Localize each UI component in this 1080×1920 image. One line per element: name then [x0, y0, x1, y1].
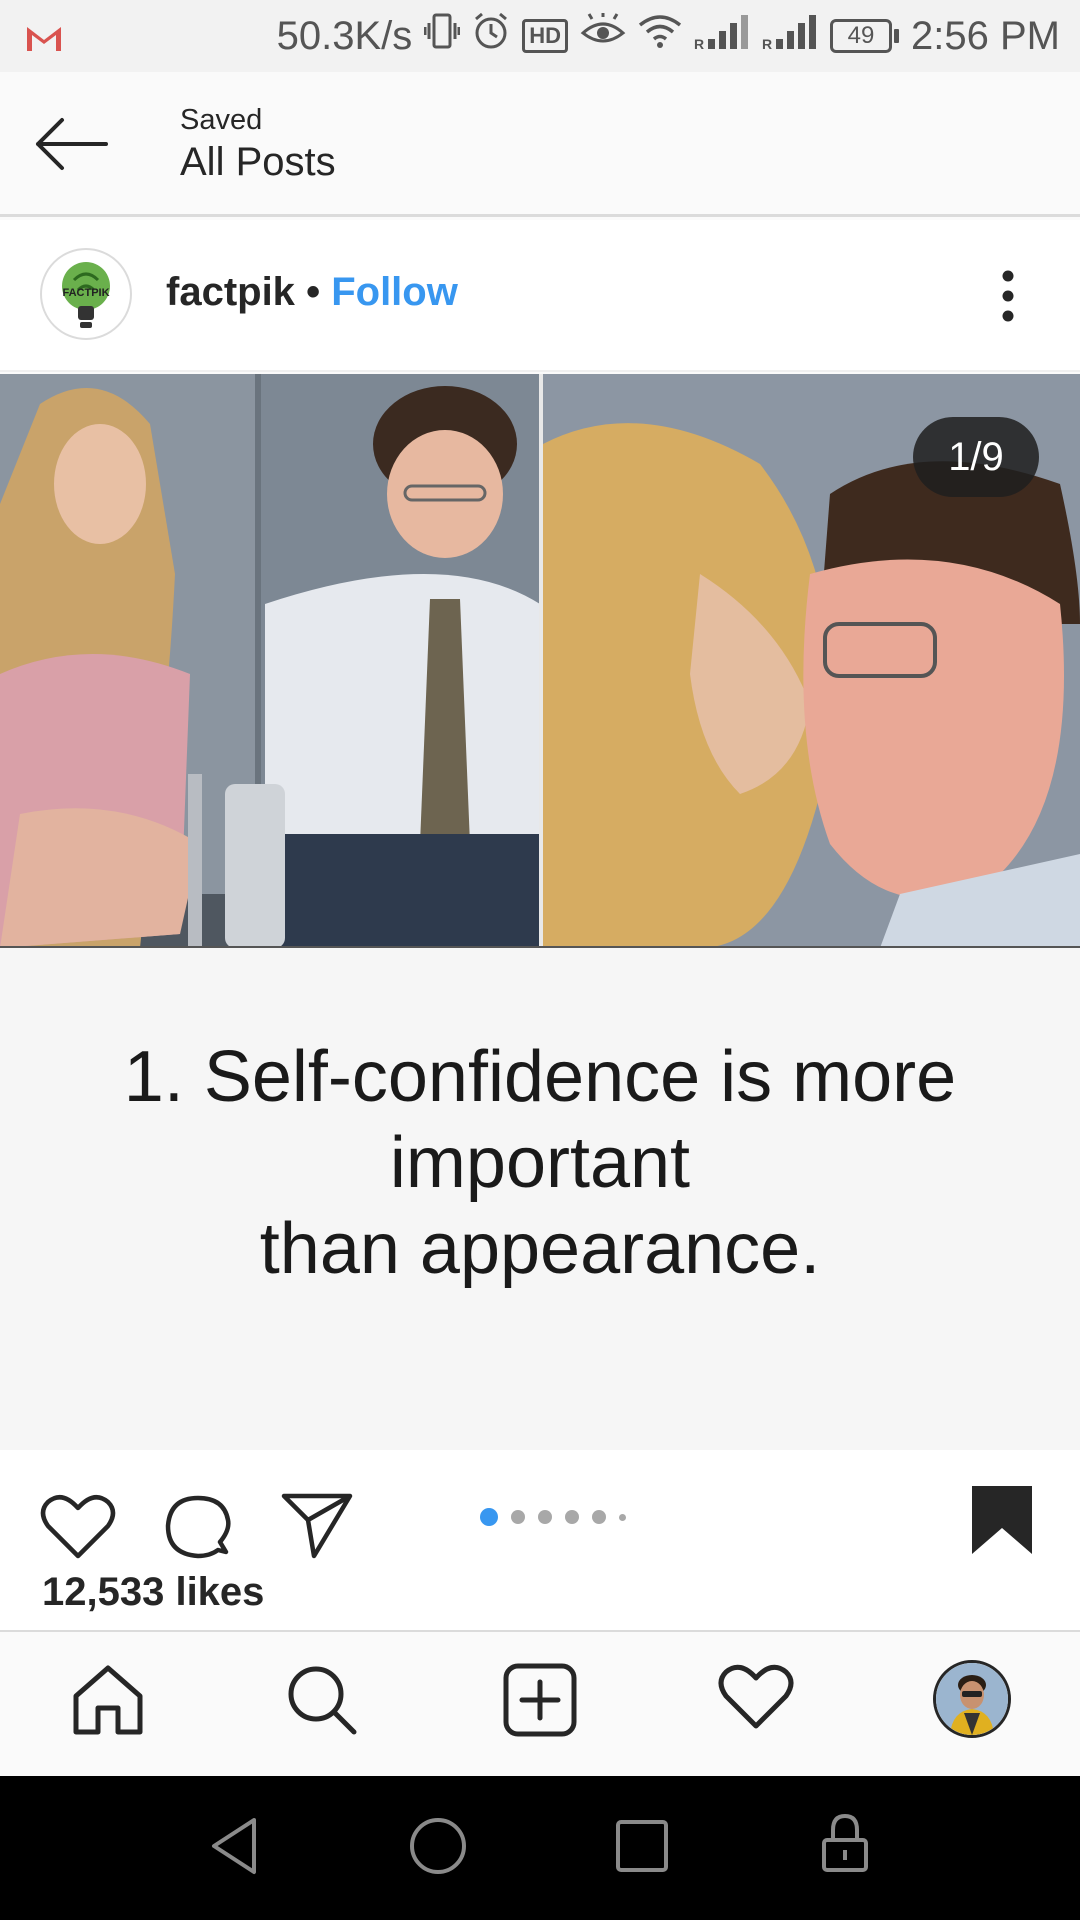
carousel-dot — [592, 1510, 606, 1524]
username[interactable]: factpik — [166, 270, 295, 314]
wifi-icon — [638, 13, 682, 59]
carousel-dot — [619, 1513, 626, 1521]
follow-button[interactable]: Follow — [331, 270, 458, 314]
header-subtitle: Saved — [180, 104, 263, 136]
carousel-counter: 1/9 — [913, 417, 1039, 497]
home-icon[interactable] — [70, 1662, 146, 1743]
vibrate-icon — [423, 11, 461, 61]
svg-text:R: R — [762, 36, 772, 51]
profile-tab-avatar[interactable] — [933, 1660, 1011, 1738]
system-recents-icon[interactable] — [614, 1816, 670, 1881]
profile-avatar[interactable]: FACTPIK — [40, 248, 132, 340]
caption-line: than appearance. — [259, 1209, 821, 1289]
alarm-icon — [472, 11, 510, 61]
system-home-icon[interactable] — [408, 1816, 468, 1881]
separator-dot: • — [306, 270, 321, 314]
network-speed: 50.3K/s — [276, 13, 413, 58]
app-header: Saved All Posts — [0, 72, 1080, 217]
carousel-dot-active — [480, 1508, 498, 1526]
signal-2-icon: R — [762, 11, 818, 61]
saved-bookmark-icon[interactable] — [970, 1484, 1034, 1561]
more-options-icon[interactable] — [998, 268, 1018, 329]
system-navigation-bar — [0, 1776, 1080, 1920]
eye-icon — [580, 13, 626, 59]
battery-icon: 49 — [830, 19, 900, 53]
new-post-icon[interactable] — [502, 1662, 578, 1743]
post-username-row: factpik • Follow — [166, 270, 458, 315]
svg-text:R: R — [694, 36, 704, 51]
carousel-dot — [538, 1510, 552, 1524]
likes-count[interactable]: 12,533 likes — [42, 1570, 264, 1615]
signal-1-icon: R — [694, 11, 750, 61]
carousel-dot — [565, 1510, 579, 1524]
system-back-icon[interactable] — [208, 1816, 260, 1881]
activity-heart-icon[interactable] — [718, 1662, 794, 1739]
carousel-indicator — [480, 1508, 626, 1526]
post-image[interactable]: 1/9 1. Self-confidence is more important… — [0, 374, 1080, 1450]
lock-icon[interactable] — [820, 1812, 870, 1879]
clock: 2:56 PM — [911, 13, 1060, 58]
status-bar: 50.3K/s HD R R 49 2:56 PM — [0, 0, 1080, 72]
battery-level: 49 — [830, 19, 893, 53]
post-header: FACTPIK factpik • Follow — [0, 220, 1080, 372]
post-caption-image-text: 1. Self-confidence is more important tha… — [0, 1034, 1080, 1292]
caption-line: important — [389, 1123, 691, 1203]
bottom-navigation — [0, 1630, 1080, 1776]
avatar-logo-text: FACTPIK — [62, 287, 109, 299]
search-icon[interactable] — [284, 1662, 360, 1743]
like-heart-icon[interactable] — [40, 1492, 116, 1567]
caption-line: 1. Self-confidence is more — [123, 1037, 957, 1117]
post-actions: 12,533 likes — [0, 1450, 1080, 1630]
share-direct-icon[interactable] — [280, 1490, 354, 1565]
back-arrow-icon[interactable] — [34, 114, 110, 179]
gmail-notification-icon — [24, 20, 64, 65]
comment-icon[interactable] — [162, 1492, 234, 1569]
carousel-dot — [511, 1510, 525, 1524]
page-title: All Posts — [180, 140, 336, 184]
hd-badge: HD — [522, 19, 569, 53]
